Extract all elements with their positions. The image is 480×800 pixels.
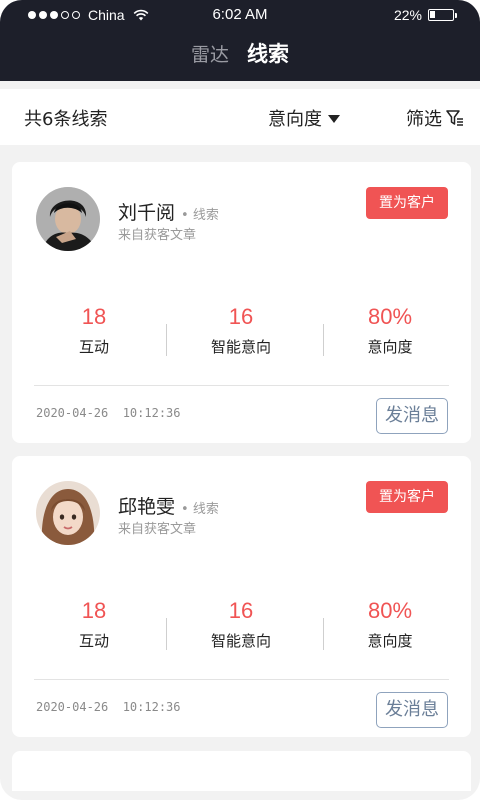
lead-tag-label: 线索 <box>192 208 219 223</box>
lead-card[interactable]: 刘千阅 • 线索 来自获客文章 置为客户 18 互动 16 智能意向 80% 意… <box>12 162 471 443</box>
send-message-button[interactable]: 发消息 <box>376 398 448 434</box>
stat-intent-level: 80% 意向度 <box>320 304 460 357</box>
stat-label: 互动 <box>78 632 109 650</box>
divider <box>34 679 449 680</box>
lead-tag-label: 线索 <box>192 502 219 517</box>
stat-smart-intent: 16 智能意向 <box>171 598 311 651</box>
stat-interactions: 18 互动 <box>24 304 164 357</box>
lead-name: 邱艳雯 <box>118 496 176 518</box>
stat-label: 意向度 <box>367 632 413 650</box>
phone-screen: China 6:02 AM 22% 雷达 线索 共6条线索 意向度 筛选 刘千阅… <box>0 0 480 800</box>
stat-value: 18 <box>81 598 107 623</box>
stat-smart-intent: 16 智能意向 <box>171 304 311 357</box>
tab-radar[interactable]: 雷达 <box>191 40 229 67</box>
set-customer-button[interactable]: 置为客户 <box>366 187 448 219</box>
lead-tag: • 线索 <box>181 208 219 223</box>
tab-leads[interactable]: 线索 <box>247 38 289 68</box>
nav-tabs: 雷达 线索 <box>0 38 480 68</box>
stat-value: 18 <box>81 304 107 329</box>
filter-bar: 共6条线索 意向度 筛选 <box>0 89 480 145</box>
lead-source: 来自获客文章 <box>118 522 197 537</box>
filter-icon <box>446 110 463 126</box>
lead-tag: • 线索 <box>181 502 219 517</box>
status-bar: China 6:02 AM 22% <box>0 0 480 30</box>
lead-source: 来自获客文章 <box>118 228 197 243</box>
divider <box>166 324 167 356</box>
send-message-button[interactable]: 发消息 <box>376 692 448 728</box>
filter-button[interactable]: 筛选 <box>406 105 464 131</box>
stat-label: 意向度 <box>367 338 413 356</box>
sort-dropdown[interactable]: 意向度 <box>268 105 340 131</box>
battery-icon <box>428 9 457 21</box>
caret-down-icon <box>328 115 340 123</box>
avatar <box>36 481 100 545</box>
stat-label: 智能意向 <box>210 338 271 356</box>
stat-label: 智能意向 <box>210 632 271 650</box>
status-right: 22% <box>393 7 457 23</box>
stat-label: 互动 <box>78 338 109 356</box>
battery-percent: 22% <box>393 7 422 23</box>
top-header: China 6:02 AM 22% 雷达 线索 <box>0 0 480 81</box>
divider <box>166 618 167 650</box>
stat-value: 16 <box>228 304 254 329</box>
filter-label: 筛选 <box>406 109 442 130</box>
set-customer-button[interactable]: 置为客户 <box>366 481 448 513</box>
divider <box>34 385 449 386</box>
lead-datetime: 2020-04-26 10:12:36 <box>36 700 181 714</box>
lead-name: 刘千阅 <box>118 202 176 224</box>
lead-count: 共6条线索 <box>24 109 108 130</box>
lead-card-partial[interactable] <box>12 751 471 791</box>
avatar <box>36 187 100 251</box>
stat-value: 80% <box>367 598 413 623</box>
stat-intent-level: 80% 意向度 <box>320 598 460 651</box>
stat-interactions: 18 互动 <box>24 598 164 651</box>
lead-card[interactable]: 邱艳雯 • 线索 来自获客文章 置为客户 18 互动 16 智能意向 80% 意… <box>12 456 471 737</box>
lead-datetime: 2020-04-26 10:12:36 <box>36 406 181 420</box>
stat-value: 16 <box>228 598 254 623</box>
sort-label: 意向度 <box>268 109 322 130</box>
stat-value: 80% <box>367 304 413 329</box>
